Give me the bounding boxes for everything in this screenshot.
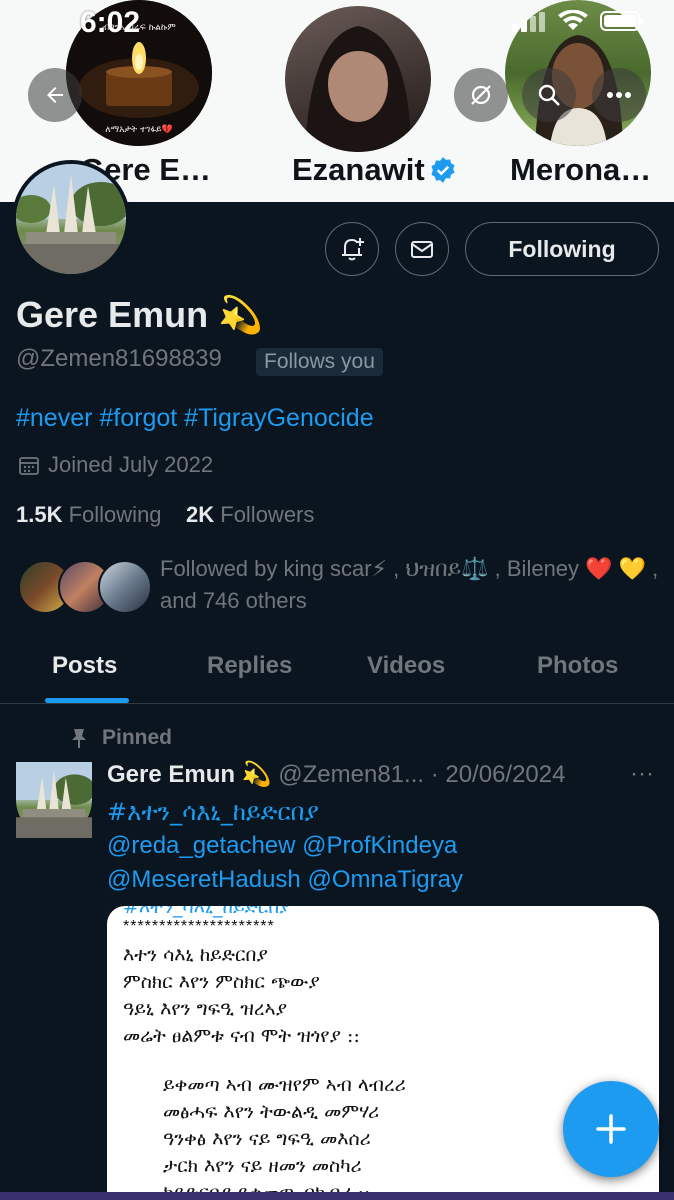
followers-link[interactable]: 2K Followers [186, 502, 314, 527]
candle-caption-bottom: ለማአታት ተገፋይ💔 [105, 124, 173, 135]
followed-by-text[interactable]: Followed by king scar⚡ , ህዝበይ⚖️ , Bilene… [160, 553, 660, 617]
joined-text: Joined July 2022 [48, 452, 214, 477]
hide-suggestions-button[interactable] [454, 68, 508, 122]
poem-line: መሬት ፀልምቱ ናብ ሞት ዝጎየያ :: [123, 1025, 360, 1047]
calendar-icon [19, 457, 39, 475]
tab-replies[interactable]: Replies [207, 652, 292, 680]
more-icon [607, 92, 631, 98]
suggestion-name-text: Ezanawit [292, 152, 425, 187]
active-tab-indicator [45, 698, 129, 703]
tweet-author-name[interactable]: Gere Emun 💫 [107, 761, 272, 788]
followers-count: 2K [186, 502, 215, 527]
search-button[interactable] [522, 68, 576, 122]
compose-button[interactable] [563, 1081, 659, 1177]
back-icon [47, 87, 63, 103]
following-count: 1.5K [16, 502, 63, 527]
following-label: Following [68, 502, 162, 527]
display-name: Gere Emun 💫 [16, 294, 263, 335]
hide-icon [471, 85, 491, 105]
tweet-more-button[interactable]: ··· [630, 760, 654, 788]
wifi-icon [558, 10, 588, 30]
poem-line: መፅሓፍ እየን ትውልዲ መምሃሪ [163, 1101, 380, 1123]
message-button[interactable] [395, 222, 449, 276]
portrait-image [305, 26, 411, 152]
follows-you-badge: Follows you [256, 348, 383, 376]
pinned-label: Pinned [70, 726, 172, 750]
followers-label: Followers [220, 502, 315, 527]
poem-line: እተን ሳእኒ ከይድርበያ [123, 944, 268, 966]
tab-videos[interactable]: Videos [367, 652, 445, 680]
battery-icon [600, 11, 643, 31]
tweet-mentions-1[interactable]: @reda_getachew @ProfKindeya [107, 829, 647, 863]
bell-plus-icon [342, 238, 364, 261]
tweet-author-avatar[interactable] [16, 762, 96, 838]
monument-image [16, 164, 126, 274]
poem-line: ታርክ እየን ናይ ዘመን መስካሪ [163, 1155, 362, 1177]
profile-avatar[interactable] [12, 160, 130, 278]
joined-date: Joined July 2022 [18, 452, 213, 478]
search-icon [538, 84, 560, 106]
tweet-text: #እተን_ሳእኒ_ከይድርበያ @reda_getachew @ProfKind… [107, 795, 647, 897]
more-button[interactable] [592, 68, 646, 122]
follow-counts: 1.5K Following 2K Followers [16, 502, 314, 528]
bio-hashtags[interactable]: #never #forgot #TigrayGenocide [16, 404, 374, 433]
notify-button[interactable] [325, 222, 379, 276]
media-stars: ********************* [123, 918, 275, 935]
verified-badge-icon [431, 157, 455, 183]
envelope-icon [411, 241, 433, 258]
suggestion-name-merona[interactable]: Merona… [510, 152, 651, 188]
monument-image [16, 762, 96, 838]
following-link[interactable]: 1.5K Following [16, 502, 162, 527]
plus-icon [596, 1114, 626, 1144]
following-button[interactable]: Following [465, 222, 659, 276]
bottom-edge-bar [0, 1192, 674, 1200]
pinned-text: Pinned [102, 726, 173, 749]
poem-line: ዓንቀፅ እየን ናይ ግፍዒ መእሰሪ [163, 1128, 371, 1150]
handle: @Zemen81698839 [16, 345, 222, 372]
profile-tabs: Posts Replies Videos Photos [0, 640, 674, 704]
poem-line: ምስክር እየን ምስክር ጭውያ [123, 971, 320, 993]
suggested-avatar-ezanawit[interactable] [285, 6, 431, 152]
mutual-follower-avatars[interactable] [18, 560, 152, 616]
status-icons [512, 10, 644, 32]
signal-icon [512, 12, 545, 32]
tweet-hashtag[interactable]: #እተን_ሳእኒ_ከይድርበያ [107, 795, 647, 829]
tweet-header: Gere Emun 💫 @Zemen81... · 20/06/2024 [107, 760, 565, 789]
tweet-mentions-2[interactable]: @MeseretHadush @OmnaTigray [107, 863, 647, 897]
suggestion-name-ezanawit[interactable]: Ezanawit [292, 152, 457, 188]
avatar [98, 560, 152, 614]
poem-line: ይቀመጣ ኣብ ሙዝየም ኣብ ላብረሪ [163, 1074, 406, 1096]
tab-posts[interactable]: Posts [52, 652, 117, 680]
status-time: 6:02 [80, 6, 141, 39]
tab-photos[interactable]: Photos [537, 652, 618, 680]
pin-icon [72, 729, 86, 748]
poem-line: ዓይኒ እየን ግፍዒ ዝረኣያ [123, 998, 288, 1020]
media-poem: እተን ሳእኒ ከይድርበያ ምስክር እየን ምስክር ጭውያ ዓይኒ እየን… [123, 942, 406, 1200]
tweet-meta: @Zemen81... · 20/06/2024 [278, 761, 566, 788]
poem-gap [123, 1050, 406, 1072]
media-cut-header: #እተን_ሳእኒ_ከይድርበያ [123, 906, 291, 918]
back-button[interactable] [28, 68, 82, 122]
